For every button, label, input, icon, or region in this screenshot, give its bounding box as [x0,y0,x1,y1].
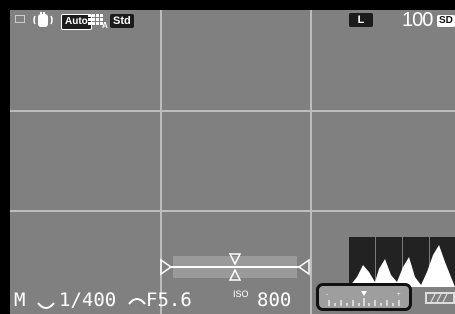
af-area-sublabel: A [102,21,108,30]
card-label: SD [439,15,453,26]
iso-label: ISO [233,289,249,299]
svg-text:-: - [326,292,328,298]
shutter-speed: 1/400 [59,289,117,311]
image-size-label: L [357,14,365,26]
shutter-dial-icon [36,298,56,309]
shots-remaining: 100 [402,9,433,31]
auto-label: Auto [65,16,88,27]
af-grid-icon: A [88,13,108,31]
electronic-level [159,252,311,282]
exposure-meter: - + [316,283,412,311]
iso-value: 800 [257,289,292,311]
drive-mode-icon [15,15,25,23]
hand-shake-icon [32,11,54,29]
histogram [349,237,455,287]
grid-line-h2 [10,210,455,212]
svg-text:+: + [397,292,401,298]
grid-line-h1 [10,110,455,112]
image-mode-label: Std [113,15,131,27]
battery-icon [425,292,455,304]
image-mode-badge: Std [110,14,134,28]
exposure-mode: M [14,289,26,311]
aperture-value: F5.6 [146,289,192,311]
sd-card-icon: SD [437,15,455,27]
aperture-dial-icon [127,293,147,305]
image-size-badge: L [349,13,373,27]
camera-screen: Auto A Std L 100 SD M 1/400 F5.6 ISO 800… [0,0,455,314]
